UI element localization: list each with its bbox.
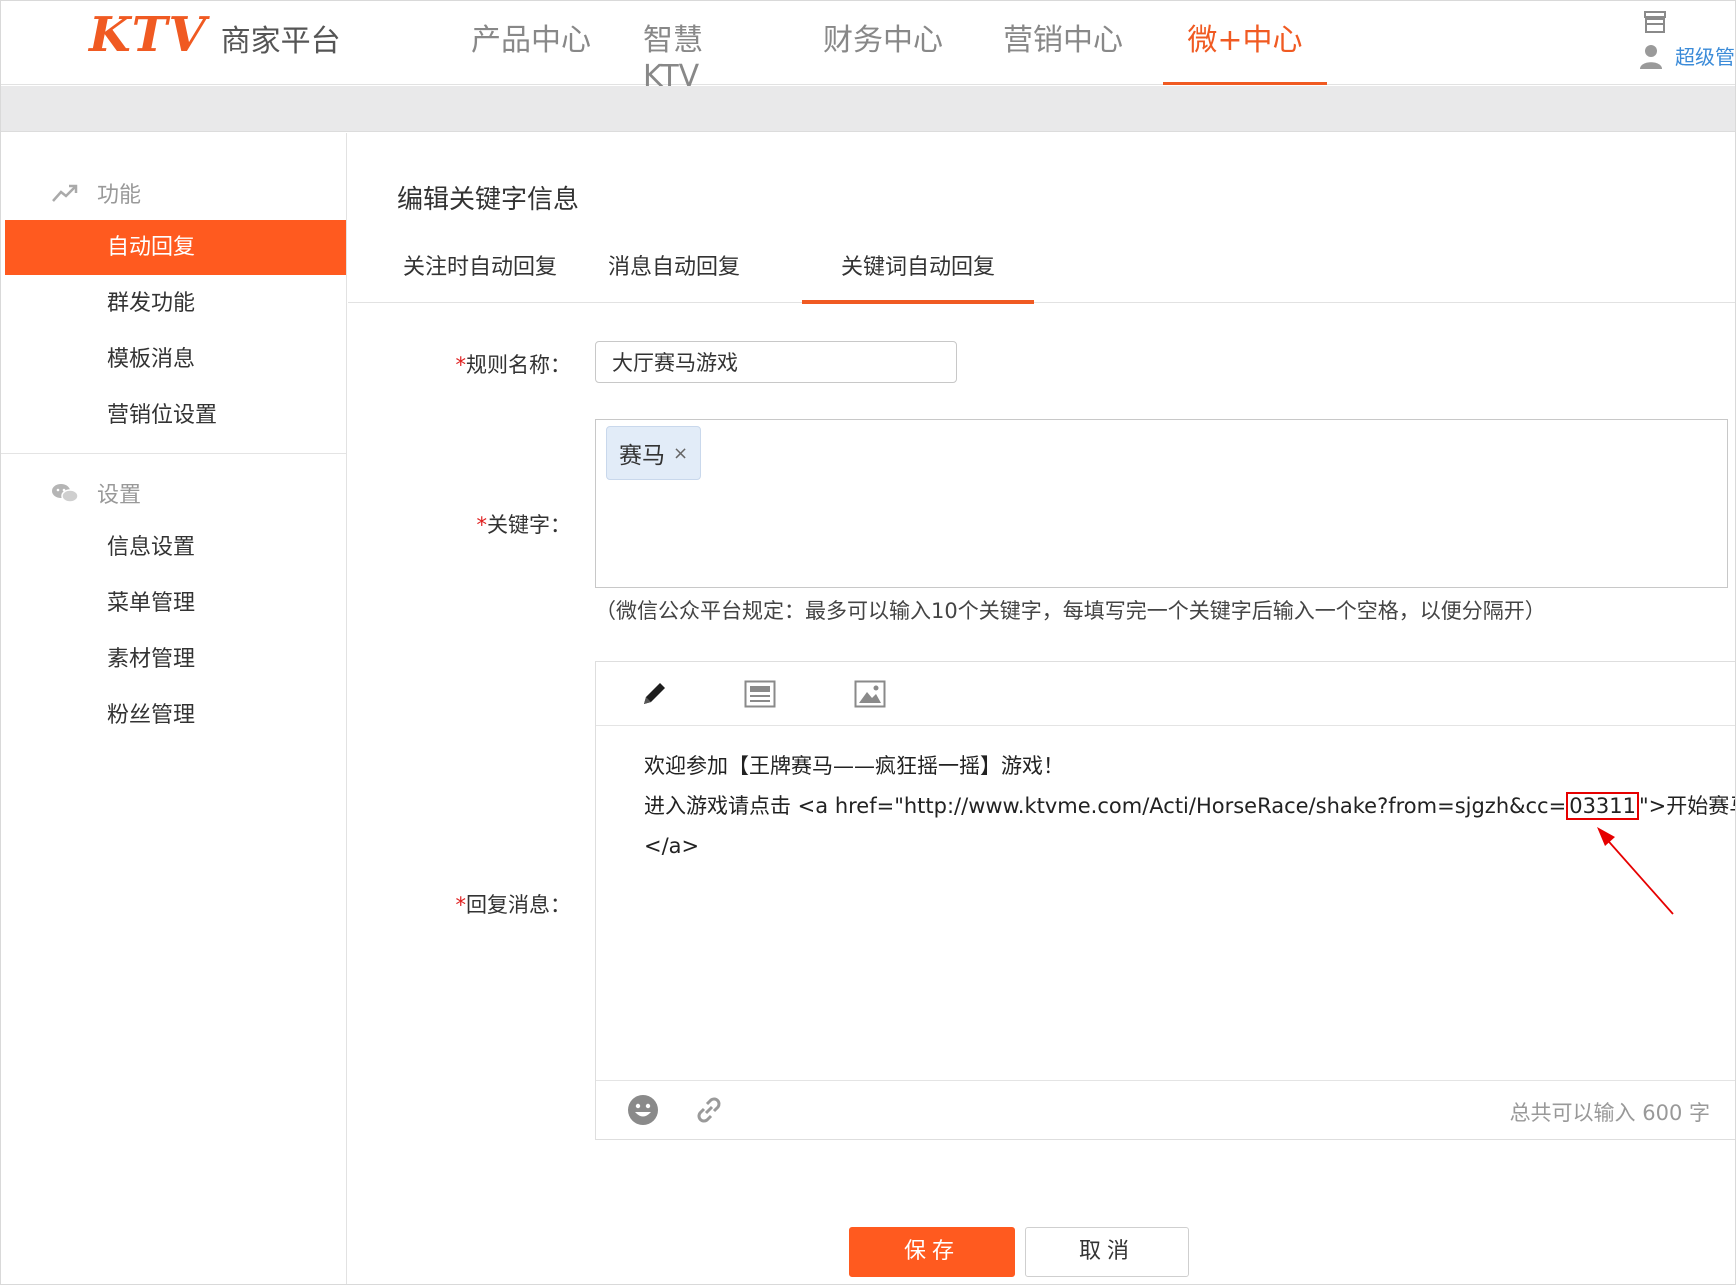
reply-tabs: 关注时自动回复 消息自动回复 关键词自动回复: [348, 241, 1735, 304]
required-mark: *: [455, 353, 467, 377]
sidebar-item-label: 群发功能: [107, 291, 196, 316]
keyword-input-box[interactable]: 赛马 ×: [595, 419, 1728, 588]
rule-name-input[interactable]: [595, 341, 957, 383]
sidebar-group-title: 设置: [97, 483, 142, 508]
required-mark: *: [476, 513, 488, 537]
sidebar-item-label: 模板消息: [107, 347, 196, 372]
header-spacer-bar: [1, 86, 1735, 132]
sidebar-divider: [1, 453, 346, 454]
reply-line-3: </a>: [644, 834, 700, 858]
sidebar-item-label: 粉丝管理: [107, 703, 196, 728]
editor-footer: 总共可以输入 600 字: [596, 1080, 1735, 1140]
top-nav-label: 营销中心: [1003, 23, 1123, 58]
tab-label: 消息自动回复: [607, 255, 740, 280]
tab-label: 关注时自动回复: [402, 255, 557, 280]
keyword-tag-remove-button[interactable]: ×: [673, 443, 688, 464]
sidebar-item-fan-management[interactable]: 粉丝管理: [5, 688, 346, 743]
reply-message-content[interactable]: 欢迎参加【王牌赛马——疯狂摇一摇】游戏！ 进入游戏请点击 <a href="ht…: [644, 746, 1735, 866]
tab-follow-reply[interactable]: 关注时自动回复: [396, 241, 564, 303]
image-mode-button[interactable]: [852, 678, 888, 710]
news-mode-button[interactable]: [742, 678, 778, 710]
user-menu[interactable]: 超级管: [1639, 41, 1735, 70]
rule-name-label: *规则名称：: [451, 349, 572, 379]
top-nav-product-center[interactable]: 产品中心: [471, 1, 591, 85]
image-icon: [854, 680, 886, 708]
store-icon[interactable]: [1643, 11, 1667, 33]
top-nav-marketing-center[interactable]: 营销中心: [1003, 1, 1123, 85]
reply-editor: 欢迎参加【王牌赛马——疯狂摇一摇】游戏！ 进入游戏请点击 <a href="ht…: [595, 661, 1735, 1140]
tab-message-reply[interactable]: 消息自动回复: [602, 241, 746, 303]
char-limit-text: 总共可以输入 600 字: [1509, 1101, 1710, 1125]
required-mark: *: [455, 893, 467, 917]
sidebar-item-label: 素材管理: [107, 647, 196, 672]
keyword-tag-text: 赛马: [619, 443, 665, 469]
sidebar-group-settings: 设置: [51, 477, 141, 509]
editor-toolbar: [596, 662, 1735, 726]
keyword-tag: 赛马 ×: [606, 426, 702, 480]
save-button[interactable]: 保存: [849, 1227, 1015, 1277]
rule-name-label-text: 规则名称：: [466, 353, 571, 377]
keyword-label: *关键字：: [451, 509, 572, 539]
top-header: KTV 商家平台 产品中心 智慧KTV 财务中心 营销中心 微+中心 超级管: [1, 1, 1735, 94]
top-nav-label: 财务中心: [823, 23, 943, 58]
top-nav-wechat-center[interactable]: 微+中心: [1163, 1, 1327, 85]
sidebar-item-label: 自动回复: [107, 235, 196, 260]
tab-label: 关键词自动回复: [840, 255, 995, 280]
keyword-hint: （微信公众平台规定：最多可以输入10个关键字，每填写完一个关键字后输入一个空格，…: [595, 599, 1546, 623]
keyword-label-text: 关键字：: [487, 513, 571, 537]
reply-line-1: 欢迎参加【王牌赛马——疯狂摇一摇】游戏！: [644, 754, 1064, 778]
page-title: 编辑关键字信息: [397, 185, 580, 215]
sidebar-item-material-management[interactable]: 素材管理: [5, 632, 346, 687]
top-nav-finance-center[interactable]: 财务中心: [823, 1, 943, 85]
reply-line-2-prefix: 进入游戏请点击 <a href="http://www.ktvme.com/Ac…: [644, 794, 1567, 818]
top-nav-label: 微+中心: [1187, 23, 1303, 58]
logo-text: 商家平台: [220, 24, 341, 59]
top-nav: 产品中心 智慧KTV 财务中心 营销中心 微+中心: [471, 1, 1327, 94]
sidebar-item-info-settings[interactable]: 信息设置: [5, 520, 346, 575]
reply-label-text: 回复消息：: [466, 893, 571, 917]
news-icon: [744, 680, 776, 708]
sidebar-item-marketing-slot[interactable]: 营销位设置: [5, 388, 346, 443]
sidebar-item-template-message[interactable]: 模板消息: [5, 332, 346, 387]
sidebar-item-label: 营销位设置: [107, 403, 218, 428]
pencil-icon: [644, 683, 665, 704]
emoji-icon[interactable]: [626, 1093, 660, 1127]
highlighted-code: 03311: [1566, 792, 1640, 820]
reply-label: *回复消息：: [451, 889, 572, 919]
sidebar: 功能 自动回复 群发功能 模板消息 营销位设置 设置 信息设置 菜单管理 素材管…: [1, 133, 347, 1284]
sidebar-item-label: 菜单管理: [107, 591, 196, 616]
reply-line-2-suffix: ">开始赛马: [1639, 794, 1735, 818]
sidebar-item-label: 信息设置: [107, 535, 196, 560]
logo-brand: KTV: [89, 7, 207, 63]
text-mode-button[interactable]: [636, 678, 672, 710]
sidebar-item-auto-reply[interactable]: 自动回复: [5, 220, 346, 275]
link-icon[interactable]: [692, 1093, 726, 1127]
page: KTV 商家平台 产品中心 智慧KTV 财务中心 营销中心 微+中心 超级管 功…: [0, 0, 1736, 1285]
tab-keyword-reply[interactable]: 关键词自动回复: [802, 241, 1034, 304]
logo[interactable]: KTV 商家平台: [89, 7, 341, 63]
sidebar-group-function: 功能: [51, 177, 141, 209]
cancel-button[interactable]: 取消: [1025, 1227, 1189, 1277]
top-nav-label: 产品中心: [471, 23, 591, 58]
user-name: 超级管: [1675, 45, 1735, 69]
header-user-area: 超级管: [1633, 7, 1735, 77]
sidebar-item-menu-management[interactable]: 菜单管理: [5, 576, 346, 631]
reply-line-2: 进入游戏请点击 <a href="http://www.ktvme.com/Ac…: [644, 786, 1735, 826]
top-nav-label: 智慧KTV: [643, 23, 703, 94]
user-icon: [1640, 44, 1662, 69]
sidebar-group-title: 功能: [97, 183, 142, 208]
trend-chart-icon: [52, 184, 78, 202]
wechat-icon: [52, 484, 79, 503]
top-nav-smart-ktv[interactable]: 智慧KTV: [643, 1, 759, 94]
sidebar-item-mass-send[interactable]: 群发功能: [5, 276, 346, 331]
